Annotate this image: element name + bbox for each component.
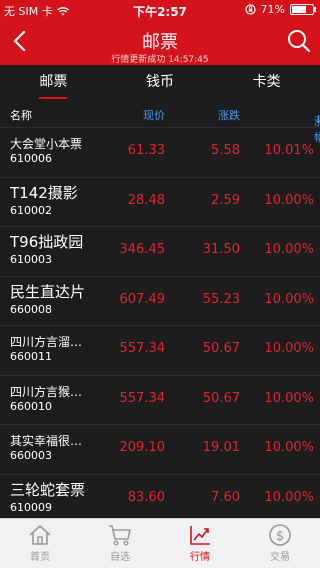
row-name: 三轮蛇套票 — [10, 480, 86, 499]
battery-group: 71% — [244, 3, 316, 16]
table-row[interactable]: 民生直达片 660008 607.49 55.23 10.00% — [0, 277, 320, 326]
table-row[interactable]: 大会堂小本票 610006 61.33 5.58 10.01% — [0, 128, 320, 178]
tabbar-label: 自选 — [110, 552, 130, 563]
table-row[interactable]: T142摄影 610002 28.48 2.59 10.00% — [0, 178, 320, 227]
tab-stamps[interactable]: 邮票 — [0, 65, 107, 101]
battery-icon — [290, 4, 316, 15]
row-code: 660011 — [10, 350, 52, 363]
row-name: 四川方言猴… — [10, 384, 83, 399]
row-name: 四川方言溜… — [10, 335, 83, 349]
table-header: 名称 现价 涨跌 涨幅 ↓ — [0, 101, 320, 144]
row-code: 610009 — [10, 500, 52, 514]
row-price: 209.10 — [119, 440, 166, 455]
update-status: 行情更新成功 14:57:45 — [111, 55, 209, 65]
row-code: 610002 — [10, 203, 52, 217]
tab-coins[interactable]: 钱币 — [107, 65, 214, 101]
header-price[interactable]: 现价 — [143, 107, 165, 123]
row-price: 346.45 — [119, 242, 166, 257]
row-name: T142摄影 — [10, 183, 78, 202]
row-change: 50.67 — [202, 341, 240, 356]
row-code: 610006 — [10, 152, 52, 165]
table-row[interactable]: 其实幸福很… 660003 209.10 19.01 10.00% — [0, 425, 320, 475]
nav-bar: 邮票 行情更新成功 14:57:45 — [0, 20, 320, 65]
tab-cards[interactable]: 卡类 — [213, 65, 320, 101]
row-pct: 10.00% — [264, 390, 314, 406]
quote-list: 大会堂小本票 610006 61.33 5.58 10.01% T142摄影 6… — [0, 128, 320, 524]
row-change: 50.67 — [202, 390, 240, 406]
cart-icon — [109, 525, 131, 546]
row-change: 31.50 — [202, 242, 240, 257]
rotation-lock-icon — [244, 4, 256, 15]
tabbar-item-market[interactable]: 行情 — [160, 519, 240, 568]
row-change: 19.01 — [202, 440, 240, 455]
tabbar-item-home[interactable]: 首页 — [0, 519, 80, 568]
row-name: 大会堂小本票 — [10, 137, 83, 151]
row-pct: 10.00% — [264, 341, 314, 356]
header-name: 名称 — [10, 109, 32, 122]
row-code: 660010 — [10, 399, 52, 413]
row-pct: 10.01% — [264, 143, 314, 158]
row-code: 610003 — [10, 253, 52, 266]
row-change: 7.60 — [211, 489, 240, 505]
svg-text:$: $ — [276, 529, 284, 544]
sort-arrow-icon: ↓ — [314, 113, 320, 126]
row-name: 其实幸福很… — [10, 434, 83, 448]
row-price: 557.34 — [119, 341, 166, 356]
row-pct: 10.00% — [264, 242, 314, 257]
table-row[interactable]: 四川方言猴… 660010 557.34 50.67 10.00% — [0, 376, 320, 425]
table-row[interactable]: 四川方言溜… 660011 557.34 50.67 10.00% — [0, 326, 320, 376]
tabbar-item-trade[interactable]: $ 交易 — [240, 519, 320, 568]
table-row[interactable]: T96拙政园 610003 346.45 31.50 10.00% — [0, 227, 320, 277]
tabbar-label: 行情 — [190, 552, 210, 563]
row-change: 2.59 — [211, 192, 240, 208]
page-title: 邮票 — [142, 32, 178, 53]
battery-percent: 71% — [260, 3, 285, 16]
row-pct: 10.00% — [264, 291, 314, 307]
row-code: 660008 — [10, 302, 52, 316]
tabbar-item-watchlist[interactable]: 自选 — [80, 519, 160, 568]
row-pct: 10.00% — [264, 192, 314, 208]
tabbar-label: 交易 — [270, 552, 290, 563]
row-change: 55.23 — [202, 291, 240, 307]
row-price: 61.33 — [127, 143, 165, 158]
row-name: T96拙政园 — [10, 233, 84, 251]
row-price: 83.60 — [127, 489, 165, 505]
tabbar-label: 首页 — [30, 552, 50, 563]
bottom-tab-bar: 首页 自选 行情 $ 交易 — [0, 518, 320, 568]
row-price: 607.49 — [119, 291, 166, 307]
row-price: 28.48 — [127, 192, 165, 208]
battery-fill — [292, 6, 307, 13]
row-change: 5.58 — [211, 143, 240, 158]
category-tabs: 邮票 钱币 卡类 — [0, 65, 320, 101]
status-bar: 无 SIM 卡 下午2:57 71% — [0, 0, 320, 20]
dollar-icon: $ — [269, 524, 291, 546]
row-price: 557.34 — [119, 390, 166, 406]
row-pct: 10.00% — [264, 440, 314, 455]
row-code: 660003 — [10, 449, 52, 462]
home-icon — [29, 525, 51, 545]
row-pct: 10.00% — [264, 489, 314, 505]
row-name: 民生直达片 — [10, 282, 86, 301]
trend-icon — [190, 526, 210, 545]
table-row[interactable]: 三轮蛇套票 610009 83.60 7.60 10.00% — [0, 475, 320, 524]
search-button[interactable] — [284, 26, 314, 56]
header-change[interactable]: 涨跌 — [218, 107, 240, 123]
